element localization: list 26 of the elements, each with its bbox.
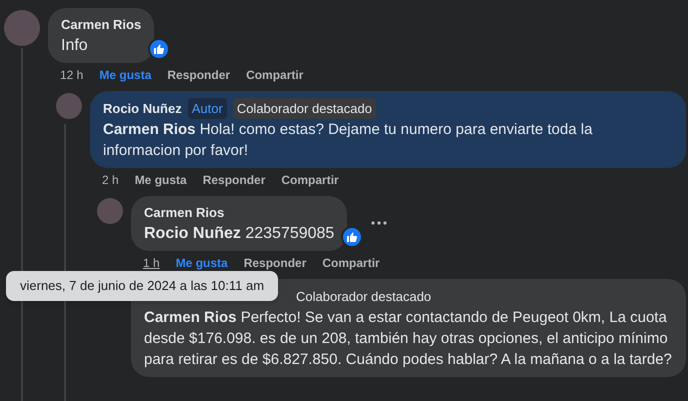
comment-action[interactable]: Me gusta	[134, 172, 187, 188]
comment-time[interactable]: 12 h	[60, 66, 84, 82]
author-badge: Autor	[188, 98, 227, 119]
comment-time[interactable]: 1 h	[143, 254, 160, 270]
comment-action[interactable]: Me gusta	[99, 66, 152, 82]
more-options-icon[interactable]	[371, 221, 388, 226]
author-name[interactable]: Carmen Rios	[144, 203, 224, 222]
comment-action[interactable]: Responder	[202, 172, 266, 188]
comment-action[interactable]: Responder	[167, 66, 230, 82]
avatar[interactable]	[4, 10, 40, 46]
avatar[interactable]	[97, 198, 123, 224]
author-name[interactable]: Rocio Nuñez	[103, 98, 182, 118]
comment-action[interactable]: Me gusta	[176, 254, 228, 270]
comment-text: Carmen Rios Perfecto! Se van a estar contactando de Peugeot 0km, La cuota desde $176.098. es de un 208, también hay otras opciones, el anticipo mínimo para retirar es de $6.827.850. Cuándo podes hablar? A la mañana o a la tarde?	[144, 308, 673, 370]
comment-action[interactable]: Responder	[244, 254, 306, 270]
comment-time[interactable]: 2 h	[102, 172, 119, 188]
comment-action[interactable]: Compartir	[281, 172, 339, 188]
comment-text: Info	[61, 36, 89, 56]
author-name[interactable]: Carmen Rios	[61, 15, 142, 34]
date-tooltip: viernes, 7 de junio de 2024 a las 10:11 am	[6, 271, 278, 300]
author-badge: Colaborador destacado	[232, 98, 376, 119]
avatar[interactable]	[56, 92, 82, 118]
comment-action[interactable]: Compartir	[246, 66, 304, 82]
comment-action[interactable]: Compartir	[322, 254, 380, 270]
comment-text: Carmen Rios Hola! como estas? Dejame tu numero para enviarte toda la informacion por favor!	[103, 120, 594, 161]
comment-text: Rocio Nuñez 2235759085	[144, 224, 334, 244]
